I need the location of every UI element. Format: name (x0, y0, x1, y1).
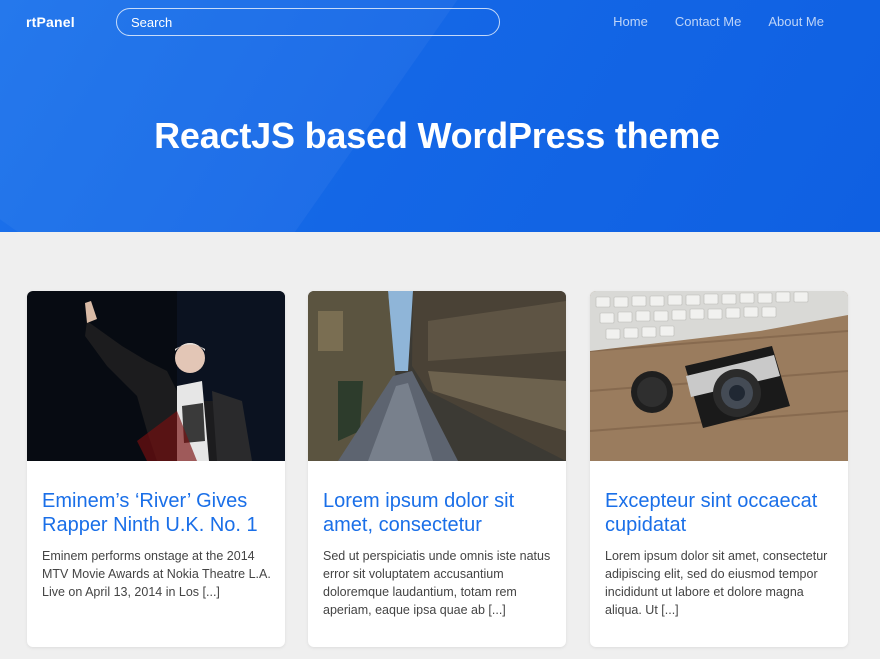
post-title[interactable]: Lorem ipsum dolor sit amet, consectetur (308, 461, 566, 537)
performer-photo[interactable] (27, 291, 285, 461)
alley-photo[interactable] (308, 291, 566, 461)
post-excerpt: Lorem ipsum dolor sit amet, consectetur … (605, 549, 828, 617)
post-card[interactable]: Lorem ipsum dolor sit amet, consectetur … (308, 291, 566, 647)
camera-photo[interactable] (590, 291, 848, 461)
main-nav: Home Contact Me About Me (613, 12, 824, 32)
site-logo[interactable]: rtPanel (26, 12, 75, 32)
nav-about-me[interactable]: About Me (768, 12, 824, 32)
post-title[interactable]: Excepteur sint occaecat cupidatat (590, 461, 848, 537)
post-title[interactable]: Eminem’s ‘River’ Gives Rapper Ninth U.K.… (27, 461, 285, 537)
post-excerpt: Sed ut perspiciatis unde omnis iste natu… (323, 549, 551, 617)
hero-title: ReactJS based WordPress theme (154, 115, 720, 156)
search-box[interactable] (116, 8, 500, 36)
post-excerpt: Eminem performs onstage at the 2014 MTV … (42, 549, 271, 599)
search-input[interactable] (131, 14, 499, 30)
nav-contact-me[interactable]: Contact Me (675, 12, 741, 32)
post-grid: Eminem’s ‘River’ Gives Rapper Ninth U.K.… (27, 291, 848, 647)
post-card[interactable]: Excepteur sint occaecat cupidatat Lorem … (590, 291, 848, 647)
nav-home[interactable]: Home (613, 12, 648, 32)
post-card[interactable]: Eminem’s ‘River’ Gives Rapper Ninth U.K.… (27, 291, 285, 647)
hero-header: rtPanel Home Contact Me About Me ReactJS… (0, 0, 880, 232)
